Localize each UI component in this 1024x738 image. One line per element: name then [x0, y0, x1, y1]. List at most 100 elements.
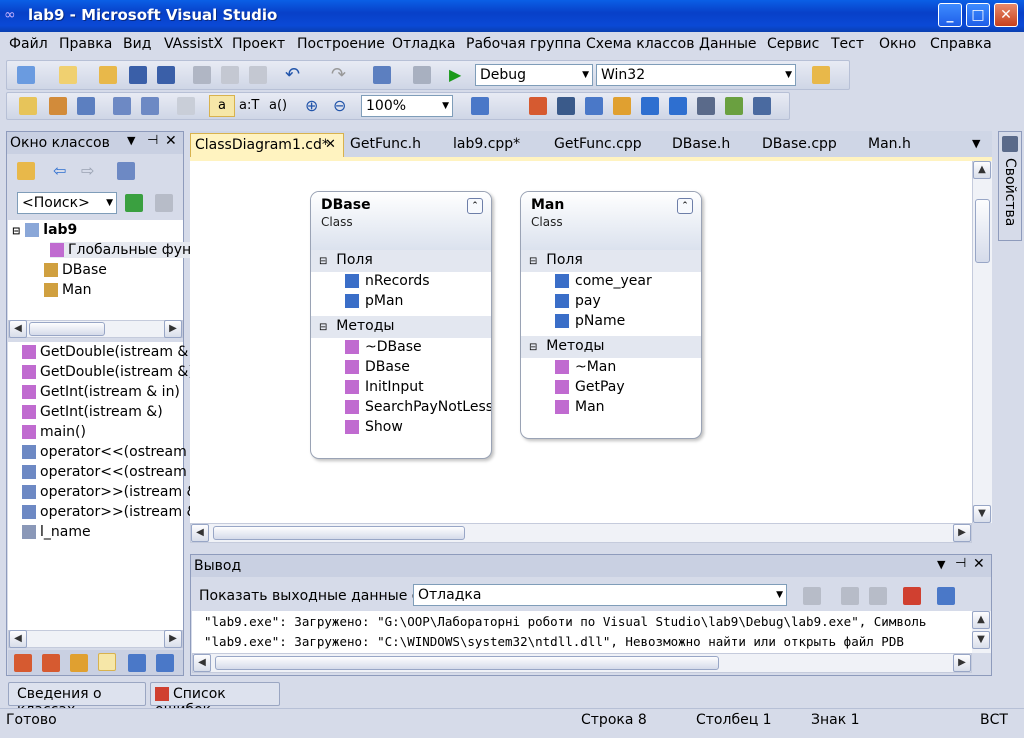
resource-view-tab-icon[interactable]	[42, 654, 60, 672]
zoom-in-icon[interactable]: ⊕	[305, 97, 323, 115]
scroll-left-icon[interactable]: ◀	[191, 524, 209, 542]
start-debug-icon[interactable]: ▶	[449, 66, 467, 84]
field-item[interactable]: pMan	[311, 292, 491, 312]
collapse-icon[interactable]: ⌃	[467, 198, 483, 214]
find-in-files-icon[interactable]	[812, 66, 830, 84]
list-item[interactable]: operator>>(istream &	[22, 504, 197, 520]
tab-dbase-h[interactable]: DBase.h	[672, 136, 730, 152]
layout-icon[interactable]	[113, 97, 131, 115]
menu-team[interactable]: Рабочая группа	[466, 36, 581, 52]
menu-test[interactable]: Тест	[831, 36, 864, 52]
list-item[interactable]: GetDouble(istream & in	[22, 344, 206, 360]
menu-class-diagram[interactable]: Схема классов	[586, 36, 694, 52]
navigate-forward-icon[interactable]	[413, 66, 431, 84]
tab-list-icon[interactable]: ▼	[972, 137, 980, 150]
list-item[interactable]: l_name	[22, 524, 91, 540]
delete-icon[interactable]	[177, 97, 195, 115]
chevron-down-icon[interactable]: ▼	[937, 558, 945, 571]
output-hscrollbar[interactable]: ◀ ▶	[192, 653, 972, 673]
tab-getfunc-cpp[interactable]: GetFunc.cpp	[554, 136, 642, 152]
list-item[interactable]: GetInt(istream & in)	[22, 384, 180, 400]
method-item[interactable]: Show	[311, 418, 491, 438]
collapse-icon[interactable]: ⌃	[677, 198, 693, 214]
bookmark-icon[interactable]	[613, 97, 631, 115]
menu-vassistx[interactable]: VAssistX	[164, 36, 223, 52]
list-item[interactable]: main()	[22, 424, 86, 440]
diagram-hscrollbar[interactable]: ◀ ▶	[190, 523, 972, 543]
close-icon[interactable]: ✕	[973, 556, 985, 572]
add-item-icon[interactable]	[59, 66, 77, 84]
close-icon[interactable]: ✕	[165, 133, 177, 149]
scroll-thumb[interactable]	[29, 322, 105, 336]
refactor-icon[interactable]	[697, 97, 715, 115]
method-item[interactable]: SearchPayNotLess	[311, 398, 491, 418]
section-fields[interactable]: ⊟ Поля	[521, 250, 701, 272]
spell-check-icon[interactable]	[725, 97, 743, 115]
diagram-vscrollbar[interactable]: ▲ ▼	[972, 161, 992, 523]
field-item[interactable]: pName	[521, 312, 701, 332]
goto-next-icon[interactable]	[841, 587, 859, 605]
scroll-thumb[interactable]	[213, 526, 465, 540]
tree-scrollbar[interactable]: ◀ ▶	[8, 320, 183, 338]
field-item[interactable]: nRecords	[311, 272, 491, 292]
tab-man-h[interactable]: Man.h	[868, 136, 911, 152]
save-all-icon[interactable]	[157, 66, 175, 84]
menu-build[interactable]: Построение	[297, 36, 385, 52]
scroll-right-icon[interactable]: ▶	[953, 524, 971, 542]
field-item[interactable]: come_year	[521, 272, 701, 292]
method-item[interactable]: DBase	[311, 358, 491, 378]
scroll-right-icon[interactable]: ▶	[953, 654, 971, 672]
output-vscrollbar[interactable]: ▲ ▼	[972, 611, 991, 653]
redo-icon[interactable]: ↷	[331, 66, 349, 84]
scroll-up-icon[interactable]: ▲	[973, 161, 991, 179]
scroll-thumb[interactable]	[215, 656, 719, 670]
menu-debug[interactable]: Отладка	[392, 36, 455, 52]
debug-tool-icon[interactable]	[529, 97, 547, 115]
tab-class-details[interactable]: Сведения о классах	[8, 682, 146, 718]
tree-item-globals[interactable]: Глобальные функ	[50, 242, 200, 258]
property-manager-tab-icon[interactable]	[70, 654, 88, 672]
close-button[interactable]: ✕	[994, 3, 1018, 27]
list-item[interactable]: operator<<(ostream &	[22, 464, 202, 480]
solution-explorer-tab-icon[interactable]	[14, 654, 32, 672]
scroll-right-icon[interactable]: ▶	[164, 630, 182, 648]
method-item[interactable]: InitInput	[311, 378, 491, 398]
display-name-type-button[interactable]: a:T	[239, 98, 259, 113]
pin-icon[interactable]: ⊣	[955, 556, 966, 571]
options-icon[interactable]	[753, 97, 771, 115]
undo-icon[interactable]: ↶	[285, 66, 303, 84]
tree-item-man[interactable]: Man	[44, 282, 92, 298]
tab-classdiagram[interactable]: ClassDiagram1.cd* ✕	[190, 133, 344, 157]
menu-tools[interactable]: Сервис	[767, 36, 819, 52]
scroll-down-icon[interactable]: ▼	[972, 631, 990, 649]
clear-all-icon[interactable]	[903, 587, 921, 605]
output-source-select[interactable]: Отладка ▼	[413, 584, 787, 606]
navigate-back-icon[interactable]	[373, 66, 391, 84]
members-scrollbar[interactable]: ◀ ▶	[8, 630, 183, 648]
scroll-left-icon[interactable]: ◀	[9, 630, 27, 648]
goto-prev-icon[interactable]	[803, 587, 821, 605]
window-layout-icon[interactable]	[471, 97, 489, 115]
minimize-button[interactable]: _	[938, 3, 962, 27]
menu-view[interactable]: Вид	[123, 36, 151, 52]
maximize-button[interactable]: □	[966, 3, 990, 27]
close-icon[interactable]: ✕	[325, 137, 336, 152]
output-text[interactable]: "lab9.exe": Загружено: "G:\OOP\Лаборатор…	[192, 611, 972, 653]
paste-icon[interactable]	[249, 66, 267, 84]
settings-icon[interactable]	[117, 162, 135, 180]
arrow-right-icon[interactable]	[669, 97, 687, 115]
word-wrap-icon[interactable]	[937, 587, 955, 605]
list-item[interactable]: GetInt(istream &)	[22, 404, 163, 420]
menu-project[interactable]: Проект	[232, 36, 285, 52]
list-item[interactable]: operator<<(ostream &	[22, 444, 202, 460]
scroll-right-icon[interactable]: ▶	[164, 320, 182, 338]
bracket-icon[interactable]	[19, 97, 37, 115]
method-item[interactable]: GetPay	[521, 378, 701, 398]
scroll-left-icon[interactable]: ◀	[193, 654, 211, 672]
display-name-button[interactable]: a	[209, 95, 235, 117]
display-full-signature-button[interactable]: a()	[269, 98, 287, 113]
method-item[interactable]: ~DBase	[311, 338, 491, 358]
new-project-icon[interactable]	[17, 66, 35, 84]
find-icon[interactable]	[585, 97, 603, 115]
section-methods[interactable]: ⊟ Методы	[311, 316, 491, 338]
